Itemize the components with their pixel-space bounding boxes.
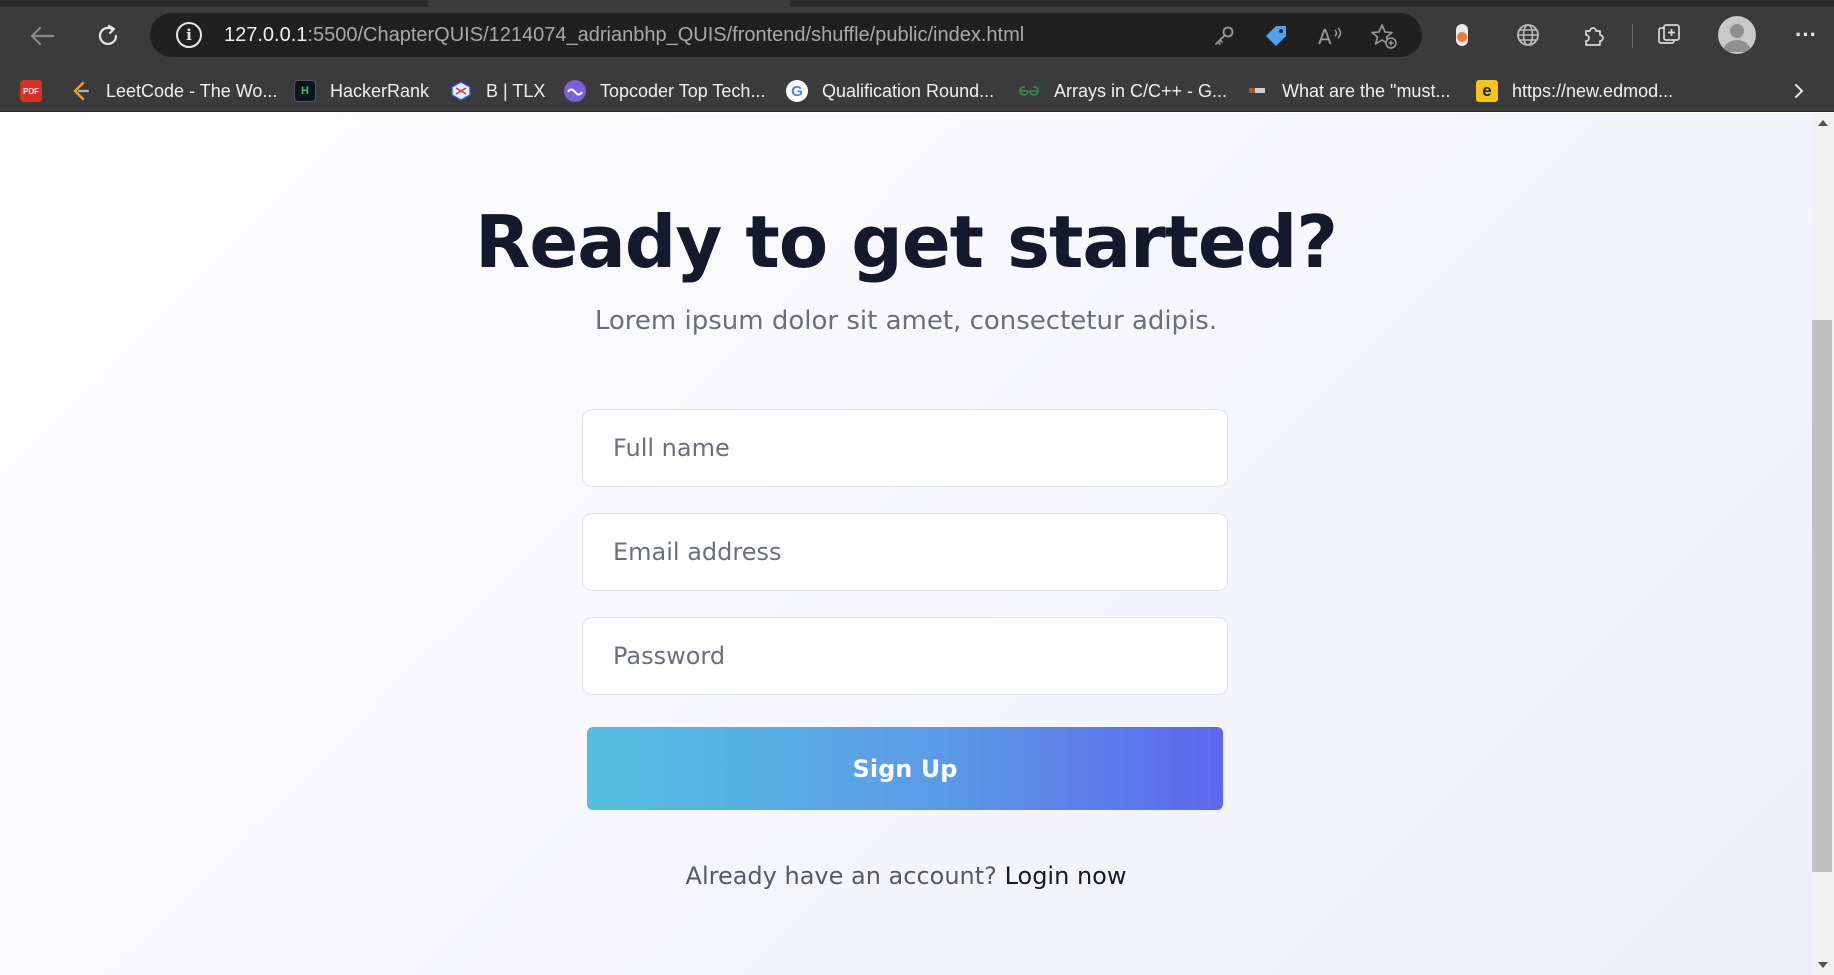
bookmark-label: B | TLX — [486, 80, 546, 101]
chevron-right-icon[interactable] — [1784, 76, 1814, 106]
back-button[interactable] — [22, 16, 62, 56]
tab-strip-edge — [790, 0, 1834, 7]
read-aloud-icon[interactable]: A — [1316, 22, 1344, 50]
url-path: :5500/ChapterQUIS/1214074_adrianbhp_QUIS… — [307, 23, 1025, 46]
extensions-puzzle-icon[interactable] — [1576, 17, 1612, 53]
google-icon: G — [786, 80, 808, 102]
add-favorite-icon[interactable] — [1370, 22, 1398, 50]
browser-toolbar: i 127.0.0.1:5500/ChapterQUIS/1214074_adr… — [0, 0, 1834, 70]
url-text[interactable]: 127.0.0.1:5500/ChapterQUIS/1214074_adria… — [224, 24, 1024, 47]
full-name-input[interactable]: Full name — [582, 409, 1228, 487]
vpn-globe-icon[interactable] — [1510, 17, 1546, 53]
more-menu-icon[interactable]: ··· — [1788, 17, 1824, 53]
password-input[interactable]: Password — [582, 617, 1228, 695]
tab-strip-edge — [0, 0, 428, 7]
profile-avatar-icon[interactable] — [1718, 16, 1756, 54]
pdf-icon: PDF — [20, 80, 42, 102]
bookmark-pdf[interactable]: PDF — [20, 70, 56, 112]
bookmark-geeksforgeeks[interactable]: Arrays in C/C++ - G... — [1018, 70, 1227, 112]
svg-text:A: A — [1318, 25, 1332, 48]
hackerrank-icon: H — [294, 80, 316, 102]
topcoder-icon — [564, 80, 586, 102]
page-subheading: Lorem ipsum dolor sit amet, consectetur … — [594, 306, 1218, 336]
bookmark-leetcode[interactable]: LeetCode - The Wo... — [70, 70, 277, 112]
bookmarks-bar: PDF LeetCode - The Wo... H HackerRank B … — [0, 70, 1834, 112]
login-prompt-text: Already have an account? — [685, 862, 997, 890]
bookmark-label: What are the "must... — [1282, 80, 1451, 101]
site-icon — [1246, 80, 1268, 102]
bookmark-label: LeetCode - The Wo... — [106, 80, 278, 101]
collections-icon[interactable] — [1651, 17, 1687, 53]
bookmark-label: Arrays in C/C++ - G... — [1054, 80, 1228, 101]
bookmark-hackerrank[interactable]: H HackerRank — [294, 70, 429, 112]
tlx-icon — [450, 80, 472, 102]
bookmark-label: HackerRank — [330, 80, 430, 101]
sign-up-button[interactable]: Sign Up — [587, 727, 1223, 810]
login-prompt: Already have an account? Login now — [0, 862, 1812, 890]
bookmark-topcoder[interactable]: Topcoder Top Tech... — [564, 70, 765, 112]
bookmark-site[interactable]: What are the "must... — [1246, 70, 1450, 112]
page-headline: Ready to get started? — [474, 200, 1338, 284]
login-link[interactable]: Login now — [1005, 862, 1127, 890]
toolbar-divider — [1632, 24, 1633, 48]
email-input[interactable]: Email address — [582, 513, 1228, 591]
scroll-up-icon[interactable] — [1812, 114, 1834, 132]
price-tag-icon[interactable] — [1262, 22, 1290, 50]
reload-button[interactable] — [88, 16, 128, 56]
key-icon[interactable] — [1210, 22, 1238, 50]
bookmark-label: Qualification Round... — [822, 80, 995, 101]
bookmark-tlx[interactable]: B | TLX — [450, 70, 545, 112]
url-host: 127.0.0.1 — [224, 23, 308, 46]
bookmark-label: https://new.edmod... — [1512, 80, 1674, 101]
geeksforgeeks-icon — [1018, 80, 1040, 102]
info-icon[interactable]: i — [176, 22, 202, 48]
bookmark-google[interactable]: G Qualification Round... — [786, 70, 994, 112]
reload-icon — [98, 24, 118, 45]
bookmark-label: Topcoder Top Tech... — [600, 80, 766, 101]
edmodo-icon: e — [1476, 80, 1498, 102]
extension-pill-icon[interactable] — [1444, 17, 1480, 53]
scrollbar-thumb[interactable] — [1812, 320, 1832, 872]
scroll-down-icon[interactable] — [1812, 956, 1834, 974]
arrow-left-icon — [30, 26, 55, 46]
address-bar[interactable]: i 127.0.0.1:5500/ChapterQUIS/1214074_adr… — [150, 13, 1422, 57]
bookmark-edmodo[interactable]: e https://new.edmod... — [1476, 70, 1673, 112]
leetcode-icon — [70, 80, 92, 102]
